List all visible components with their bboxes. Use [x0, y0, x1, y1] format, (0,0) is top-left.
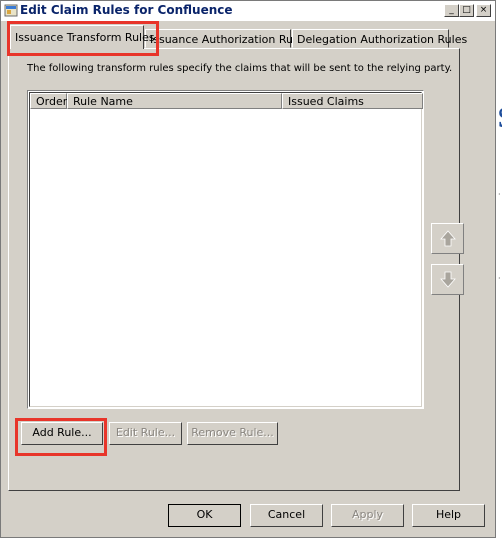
button-label: Edit Rule... — [115, 426, 176, 439]
background-mark: · — [498, 190, 501, 199]
minimize-button[interactable]: _ — [444, 4, 459, 17]
button-label: Apply — [351, 508, 384, 521]
highlight-box-add-rule — [15, 418, 107, 456]
highlight-box-tab — [7, 21, 159, 56]
apply-button[interactable]: Apply — [331, 504, 404, 527]
panel-description: The following transform rules specify th… — [27, 63, 453, 74]
move-down-button[interactable] — [431, 264, 464, 295]
rules-table[interactable]: Order Rule Name Issued Claims — [27, 90, 424, 409]
close-button[interactable]: × — [476, 4, 491, 17]
column-header-label: Order — [36, 95, 68, 108]
maximize-icon: □ — [462, 5, 471, 15]
edit-rule-button[interactable]: Edit Rule... — [109, 422, 182, 445]
button-label: OK — [196, 508, 213, 521]
cancel-button[interactable]: Cancel — [250, 504, 323, 527]
help-button[interactable]: Help — [412, 504, 485, 527]
background-window-edge — [496, 0, 502, 541]
tab-delegation-authorization-rules[interactable]: Delegation Authorization Rules — [292, 29, 467, 48]
minimize-icon: _ — [449, 5, 454, 15]
tab-label: Issuance Authorization Rules — [150, 33, 309, 46]
background-letter: S — [497, 104, 502, 134]
arrow-down-icon — [440, 271, 456, 288]
column-header-label: Rule Name — [73, 95, 133, 108]
column-header-label: Issued Claims — [288, 95, 364, 108]
window-title: Edit Claim Rules for Confluence — [20, 3, 233, 17]
ok-button[interactable]: OK — [168, 504, 241, 527]
arrow-up-icon — [440, 230, 456, 247]
column-header-issued-claims[interactable]: Issued Claims — [282, 93, 423, 109]
move-up-button[interactable] — [431, 223, 464, 254]
app-icon — [4, 4, 18, 17]
column-header-rule-name[interactable]: Rule Name — [67, 93, 282, 109]
remove-rule-button[interactable]: Remove Rule... — [187, 422, 278, 445]
tab-label: Delegation Authorization Rules — [297, 33, 468, 46]
button-label: Cancel — [267, 508, 306, 521]
button-label: Remove Rule... — [191, 426, 274, 439]
column-header-order[interactable]: Order — [30, 93, 67, 109]
close-icon: × — [479, 5, 488, 15]
maximize-button[interactable]: □ — [459, 4, 474, 17]
background-mark: · — [498, 274, 501, 283]
rules-table-body[interactable]: Order Rule Name Issued Claims — [29, 92, 423, 407]
button-label: Help — [435, 508, 462, 521]
tab-issuance-authorization-rules[interactable]: Issuance Authorization Rules — [145, 29, 309, 48]
